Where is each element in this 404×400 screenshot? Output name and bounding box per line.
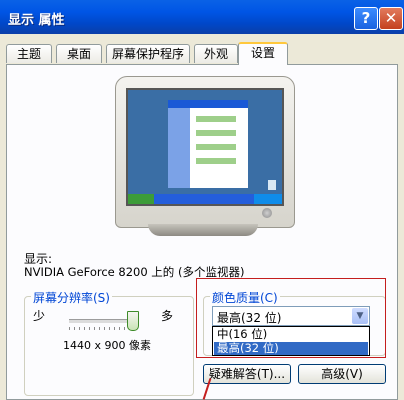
preview-row [196,116,236,122]
tab-desktop[interactable]: 桌面 [56,44,102,63]
preview-row [196,144,236,150]
help-button[interactable]: ? [354,7,378,30]
preview-tray [254,194,282,204]
preview-row [196,158,236,164]
preview-window-sidebar [168,108,190,188]
tab-settings[interactable]: 设置 [238,42,288,65]
monitor-screen [126,88,284,206]
preview-start-button [128,194,154,204]
resolution-value: 1440 x 900 像素 [63,339,151,352]
advanced-button[interactable]: 高级(V) [298,364,386,384]
troubleshoot-button[interactable]: 疑难解答(T)... [203,364,291,384]
annotation-highlight-box [196,278,386,358]
tab-screensaver[interactable]: 屏幕保护程序 [106,44,190,63]
monitor-stand [148,224,258,236]
resolution-more-label: 多 [161,309,174,323]
preview-row [196,130,236,136]
tab-appearance[interactable]: 外观 [194,44,238,63]
tab-theme[interactable]: 主题 [6,44,52,63]
close-button[interactable]: ✕ [379,7,403,30]
resolution-group: 屏幕分辨率(S) 少 多 1440 x 900 像素 [24,289,194,396]
resolution-title: 屏幕分辨率(S) [31,289,112,306]
resolution-less-label: 少 [33,309,46,323]
title-bar: 显示 属性 ? ✕ [0,0,404,34]
window-title: 显示 属性 [8,13,65,28]
resolution-slider-thumb[interactable] [127,311,139,331]
recycle-bin-icon [268,180,276,190]
preview-window [168,100,248,188]
power-button-icon [262,208,272,218]
